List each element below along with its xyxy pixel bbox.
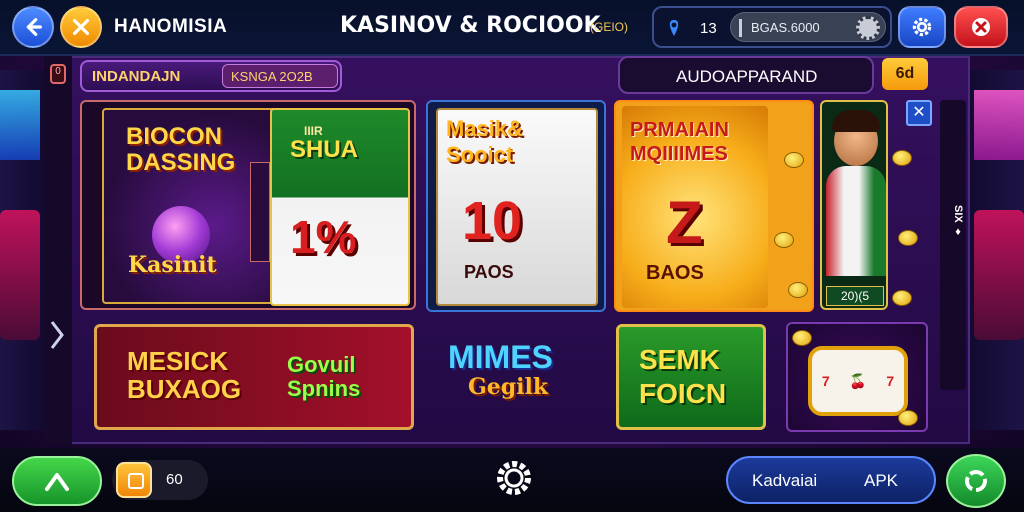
page-title: KASINOV & ROCIOOK (340, 13, 601, 38)
promo-divider (250, 162, 270, 262)
arrow-left-icon (26, 18, 42, 36)
tab-label: INDANDAJN (92, 68, 181, 85)
coin-icon (774, 232, 794, 248)
coin-icon (898, 230, 918, 246)
balance-divider (739, 19, 742, 37)
apk-label-right: APK (864, 471, 899, 490)
neon-screen (0, 90, 40, 160)
host-hair (832, 110, 880, 132)
tile-subtitle: PAOS (464, 262, 514, 282)
game-tile-premium[interactable]: PRMAIAIN MQIIIIMES Z BAOS (614, 100, 814, 312)
back-button[interactable] (12, 6, 54, 48)
balance-display[interactable]: BGAS.6000 (730, 12, 886, 42)
close-icon (972, 18, 990, 36)
coin-icon (784, 152, 804, 168)
left-arcade-decoration (0, 70, 44, 430)
coin-icon (788, 282, 808, 298)
tile-title: PRMAIAIN MQIIIIMES (630, 119, 729, 165)
game-tile-slot-reel[interactable]: 7 🍒 7 (786, 322, 928, 432)
game-tile-mesick[interactable]: MESICK BUXAOG Govuil Spnins (94, 324, 414, 430)
right-rail-label: SIX ♦ (952, 205, 964, 238)
gear-icon (912, 17, 932, 37)
cashback-percent: 1% (290, 211, 357, 263)
tools-icon (72, 18, 90, 36)
left-rail (44, 56, 72, 444)
download-apk-button[interactable]: Kadvaiai APK (726, 456, 936, 504)
refresh-icon (965, 470, 987, 492)
host-body (826, 166, 886, 276)
host-tile[interactable]: 20)(5 (820, 100, 888, 310)
wallet-panel: 13 BGAS.6000 (652, 6, 892, 48)
title-badge: (GEIO) (590, 20, 628, 34)
coin-balance[interactable]: 60 (112, 460, 208, 500)
chevron-right-icon (50, 321, 64, 349)
coin-balance-value: 60 (166, 471, 183, 488)
home-icon (45, 473, 69, 491)
promo-subtitle: Kasinit (128, 252, 217, 278)
tile-value: 10 (462, 191, 523, 251)
promo-tile-bonus[interactable]: BIOCON DASSING Kasinit IIIR SHUA 1% (80, 100, 416, 310)
search-label: AUDOAPPARAND (676, 67, 818, 86)
reel-symbol: 7 (886, 373, 895, 389)
right-arcade-decoration (970, 70, 1024, 430)
game-tile-semk[interactable]: SEMK FOICN (616, 324, 766, 430)
game-tile-mimes[interactable]: MIMES Gegilk (438, 326, 602, 426)
right-rail (940, 100, 966, 390)
neon-screen (974, 90, 1024, 160)
poker-chip-icon (856, 16, 880, 40)
host-year: 20)(5 (826, 286, 884, 306)
rail-chip[interactable]: 0 (50, 64, 66, 84)
tools-button[interactable] (60, 6, 102, 48)
coin-icon (892, 150, 912, 166)
refresh-button[interactable] (946, 454, 1006, 508)
settings-button[interactable] (898, 6, 946, 48)
coin-icon (898, 410, 918, 426)
tile-title: MIMES (448, 339, 553, 375)
reel-symbol: 🍒 (849, 372, 867, 389)
coin-icon (792, 330, 812, 346)
home-button[interactable] (12, 456, 102, 506)
tile-subtitle: Govuil Spnins (287, 352, 361, 401)
tile-title: MESICK BUXAOG (127, 346, 242, 404)
tile-subtitle: BAOS (646, 262, 704, 284)
tile-value: Z (666, 189, 703, 256)
category-tab[interactable]: INDANDAJN KSNGA 2O2B (80, 60, 342, 92)
game-tile-masik[interactable]: Masik& Sooict 10 PAOS (426, 100, 606, 312)
notification-count: 13 (700, 20, 717, 37)
tab-secondary-label: KSNGA 2O2B (222, 64, 338, 88)
close-button[interactable] (954, 6, 1008, 48)
cashback-title: SHUA (290, 136, 359, 163)
close-panel-button[interactable]: ✕ (906, 100, 932, 126)
filter-tag[interactable]: 6d (882, 58, 928, 90)
location-pin-icon (669, 20, 679, 36)
arcade-machine (974, 210, 1024, 340)
reel-symbol: 7 (821, 373, 830, 389)
cashback-panel[interactable]: IIIR SHUA 1% (270, 108, 410, 306)
arcade-machine (0, 210, 40, 340)
tile-subtitle: Gegilk (468, 374, 549, 400)
gear-icon[interactable] (494, 458, 534, 498)
balance-value: BGAS.6000 (751, 20, 820, 35)
app-title: HANOMISIA (114, 16, 228, 37)
coin-icon (892, 290, 912, 306)
tile-title: Masik& Sooict (446, 116, 524, 167)
slot-reel: 7 🍒 7 (808, 346, 908, 416)
coin-square-icon (116, 462, 152, 498)
tile-title: SEMK FOICN (639, 344, 727, 409)
scroll-left-arrow[interactable] (48, 318, 68, 354)
search-input[interactable]: AUDOAPPARAND (618, 56, 874, 94)
apk-label-left: Kadvaiai (752, 471, 818, 490)
